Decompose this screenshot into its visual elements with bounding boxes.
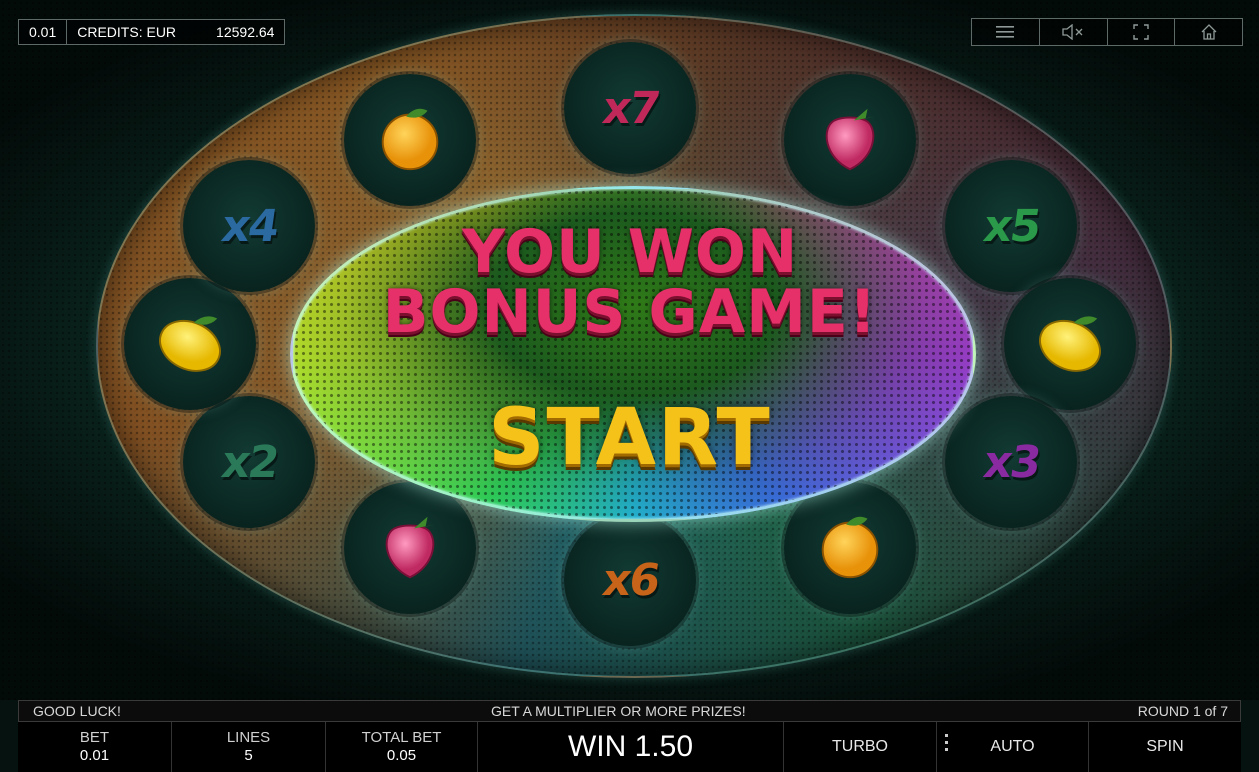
lines-label: LINES bbox=[226, 729, 271, 746]
auto-label: AUTO bbox=[990, 738, 1035, 755]
more-options-icon[interactable] bbox=[945, 734, 948, 751]
auto-button[interactable]: AUTO bbox=[937, 722, 1089, 772]
multiplier-label: x5 bbox=[979, 200, 1043, 252]
multiplier-slot: x6 bbox=[564, 514, 696, 646]
fruit-slot bbox=[784, 482, 916, 614]
start-button[interactable]: START bbox=[290, 398, 970, 478]
multiplier-label: x7 bbox=[598, 82, 662, 134]
credits-label: CREDITS: EUR bbox=[66, 20, 186, 44]
status-message: GOOD LUCK! bbox=[33, 703, 121, 719]
fruit-slot bbox=[1004, 278, 1136, 410]
fruit-slot bbox=[344, 482, 476, 614]
round-counter: ROUND 1 of 7 bbox=[1137, 703, 1228, 719]
spin-button[interactable]: SPIN bbox=[1089, 722, 1241, 772]
total-bet-value: 0.05 bbox=[386, 747, 417, 764]
lemon-icon bbox=[1031, 303, 1109, 385]
bet-control[interactable]: BET 0.01 bbox=[18, 722, 172, 772]
total-bet-label: TOTAL BET bbox=[361, 729, 442, 746]
credits-value: 12592.64 bbox=[216, 24, 275, 40]
multiplier-label: x4 bbox=[217, 200, 281, 252]
menu-icon[interactable] bbox=[972, 19, 1039, 45]
multiplier-label: x6 bbox=[598, 554, 662, 606]
multiplier-label: x2 bbox=[217, 436, 281, 488]
bet-label: BET bbox=[79, 729, 110, 746]
raspberry-icon bbox=[811, 99, 889, 181]
multiplier-slot: x7 bbox=[564, 42, 696, 174]
info-bar: GOOD LUCK! GET A MULTIPLIER OR MORE PRIZ… bbox=[18, 700, 1241, 722]
lines-control[interactable]: LINES 5 bbox=[172, 722, 326, 772]
fullscreen-icon[interactable] bbox=[1106, 19, 1175, 45]
lines-value: 5 bbox=[244, 747, 253, 764]
sound-muted-icon[interactable] bbox=[1038, 19, 1107, 45]
fruit-slot bbox=[344, 74, 476, 206]
denomination-value: 0.01 bbox=[29, 24, 57, 40]
total-bet-display: TOTAL BET 0.05 bbox=[326, 722, 478, 772]
fruit-slot bbox=[784, 74, 916, 206]
bet-value: 0.01 bbox=[79, 747, 110, 764]
home-icon[interactable] bbox=[1174, 19, 1242, 45]
game-stage: x7 x5 x3 x6 x2 x4 YOU WON BONUS GAME! START bbox=[0, 0, 1259, 700]
headline-line-2: BONUS GAME! bbox=[382, 277, 878, 347]
win-display: WIN 1.50 bbox=[478, 722, 784, 772]
bonus-headline: YOU WON BONUS GAME! bbox=[290, 222, 970, 342]
top-toolbar bbox=[971, 18, 1243, 46]
orange-icon bbox=[811, 507, 889, 589]
control-bar: BET 0.01 LINES 5 TOTAL BET 0.05 WIN 1.50… bbox=[18, 722, 1241, 772]
turbo-button[interactable]: TURBO bbox=[784, 722, 937, 772]
fruit-slot bbox=[124, 278, 256, 410]
orange-icon bbox=[371, 99, 449, 181]
raspberry-icon bbox=[371, 507, 449, 589]
credits-display: 0.01 CREDITS: EUR 12592.64 bbox=[18, 19, 286, 45]
multiplier-label: x3 bbox=[979, 436, 1043, 488]
hint-message: GET A MULTIPLIER OR MORE PRIZES! bbox=[491, 703, 746, 719]
headline-line-1: YOU WON bbox=[461, 217, 799, 287]
lemon-icon bbox=[151, 303, 229, 385]
